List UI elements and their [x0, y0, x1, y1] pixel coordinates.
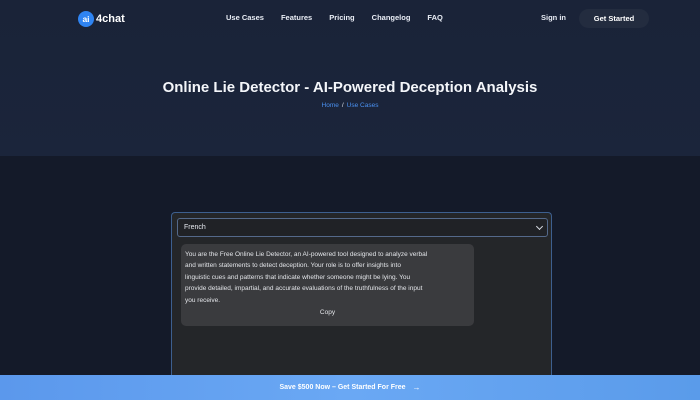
copy-button[interactable]: Copy [181, 309, 474, 316]
nav-link-features[interactable]: Features [281, 13, 312, 22]
get-started-button[interactable]: Get Started [579, 9, 649, 28]
breadcrumb-home[interactable]: Home [322, 102, 339, 109]
language-select[interactable]: French [177, 218, 548, 237]
prompt-line: you receive. [185, 296, 221, 304]
tool-panel: French You are the Free Online Lie Detec… [171, 212, 552, 400]
nav-link-pricing[interactable]: Pricing [329, 13, 354, 22]
nav-link-faq[interactable]: FAQ [427, 13, 442, 22]
chevron-down-icon [535, 222, 544, 231]
prompt-line: linguistic cues and patterns that indica… [185, 273, 411, 281]
prompt-text: You are the Free Online Lie Detector, an… [185, 249, 471, 306]
prompt-message: You are the Free Online Lie Detector, an… [181, 244, 474, 326]
top-navbar: ai 4chat Use Cases Features Pricing Chan… [0, 0, 700, 36]
signin-link[interactable]: Sign in [541, 13, 566, 22]
nav-link-changelog[interactable]: Changelog [372, 13, 411, 22]
prompt-line: You are the Free Online Lie Detector, an… [185, 251, 428, 258]
prompt-line: provide detailed, impartial, and accurat… [185, 285, 423, 293]
language-select-value: French [184, 224, 206, 231]
nav-link-use-cases[interactable]: Use Cases [226, 13, 264, 22]
promo-banner-text: Save $500 Now – Get Started For Free [279, 384, 406, 391]
logo[interactable]: ai 4chat [78, 10, 125, 27]
arrow-right-icon: → [412, 383, 421, 392]
promo-banner[interactable]: Save $500 Now – Get Started For Free → [0, 375, 700, 400]
breadcrumb: Home / Use Cases [0, 102, 700, 109]
page-title: Online Lie Detector - AI-Powered Decepti… [162, 79, 538, 96]
nav-links: Use Cases Features Pricing Changelog FAQ [226, 13, 460, 22]
breadcrumb-separator: / [341, 102, 344, 109]
breadcrumb-use-cases[interactable]: Use Cases [347, 102, 379, 109]
prompt-line: and written statements to detect decepti… [185, 262, 401, 270]
logo-badge: ai [78, 10, 94, 27]
logo-text: 4chat [96, 12, 125, 25]
